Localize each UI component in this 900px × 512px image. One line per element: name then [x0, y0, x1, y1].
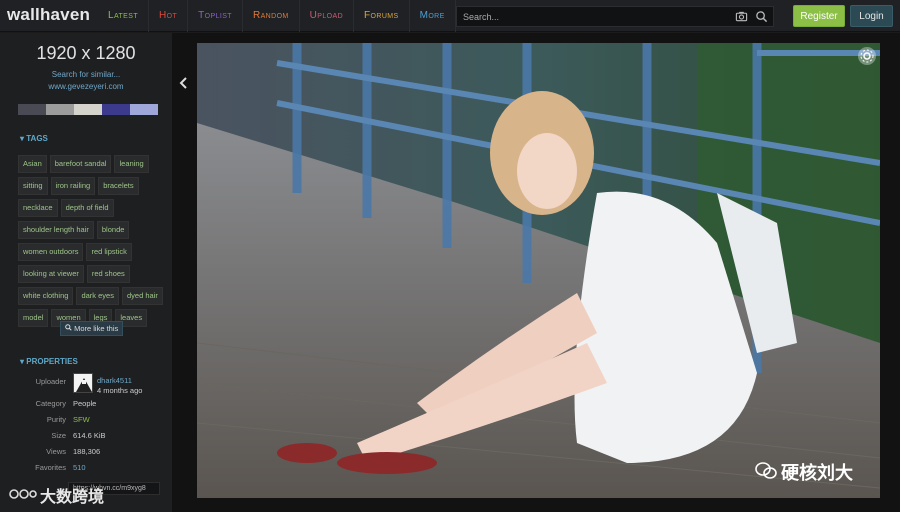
image-settings-icon[interactable]	[858, 47, 876, 65]
prop-size: Size 614.6 KiB	[0, 431, 172, 443]
main-nav: Latest Hot Toplist Random Upload Forums More	[98, 0, 456, 32]
tags-heading[interactable]: ▾ TAGS	[20, 134, 48, 143]
nav-hot[interactable]: Hot	[149, 0, 189, 32]
prop-favorites: Favorites 510	[0, 463, 172, 475]
upload-time: 4 months ago	[97, 386, 143, 395]
tag-chip[interactable]: women outdoors	[18, 243, 84, 261]
login-button[interactable]: Login	[850, 5, 893, 27]
nav-more[interactable]: More	[410, 0, 456, 32]
prop-purity: Purity SFW	[0, 415, 172, 427]
tag-chip[interactable]: dark eyes	[76, 287, 119, 305]
search-icon	[65, 324, 72, 331]
top-bar: wallhaven Latest Hot Toplist Random Upload Fo…	[0, 0, 900, 32]
search-icon[interactable]	[755, 10, 768, 23]
size-label: Size	[51, 431, 66, 440]
prop-views: Views 188,306	[0, 447, 172, 459]
category-value: People	[73, 399, 97, 408]
tag-chip[interactable]: red shoes	[86, 265, 130, 283]
watermark-left: 大数跨境	[40, 489, 105, 506]
tag-list: Asian barefoot sandal leaning sitting iron r…	[18, 155, 170, 327]
logo-main: wall	[7, 5, 40, 24]
purity-value: SFW	[73, 415, 90, 424]
wallpaper-image[interactable]	[197, 43, 880, 498]
camera-icon[interactable]	[735, 10, 748, 23]
properties-heading[interactable]: ▾ PROPERTIES	[20, 357, 78, 366]
tag-chip[interactable]: leaning	[114, 155, 149, 173]
more-like-this-button[interactable]: More like this	[60, 321, 124, 336]
search-input[interactable]	[457, 7, 727, 26]
tag-chip[interactable]: blonde	[96, 221, 130, 239]
size-value: 614.6 KiB	[73, 431, 106, 440]
nav-toplist[interactable]: Toplist	[188, 0, 243, 32]
tag-chip[interactable]: white clothing	[18, 287, 74, 305]
tag-chip[interactable]: sitting	[18, 177, 48, 195]
color-palette	[18, 104, 158, 115]
collapse-sidebar-icon[interactable]	[178, 76, 190, 90]
tags-heading-label: TAGS	[26, 134, 48, 143]
nav-upload[interactable]: Upload	[300, 0, 355, 32]
search-similar-link[interactable]: Search for similar...	[0, 70, 172, 79]
views-label: Views	[46, 447, 66, 456]
nav-random[interactable]: Random	[243, 0, 300, 32]
uploader-name[interactable]: dhark4511	[97, 376, 132, 385]
register-button[interactable]: Register	[793, 5, 845, 27]
favorites-value[interactable]: 510	[73, 463, 86, 472]
tag-chip[interactable]: shoulder length hair	[18, 221, 94, 239]
palette-swatch[interactable]	[18, 104, 46, 115]
more-like-this-label: More like this	[74, 324, 119, 333]
resolution: 1920 x 1280	[36, 43, 136, 63]
tag-chip[interactable]: necklace	[18, 199, 58, 217]
watermark-right: 硬核刘大	[781, 463, 853, 483]
properties-heading-label: PROPERTIES	[26, 357, 78, 366]
tag-chip[interactable]: Asian	[18, 155, 47, 173]
favorites-label: Favorites	[35, 463, 66, 472]
purity-label: Purity	[46, 415, 66, 424]
tag-chip[interactable]: iron railing	[50, 177, 96, 195]
tag-chip[interactable]: dyed hair	[121, 287, 163, 305]
palette-swatch[interactable]	[130, 104, 158, 115]
prop-category: Category People	[0, 399, 172, 411]
tag-chip[interactable]: looking at viewer	[18, 265, 84, 283]
views-value: 188,306	[73, 447, 101, 456]
category-label: Category	[35, 399, 66, 408]
wechat-icon	[755, 462, 777, 479]
tag-chip[interactable]: red lipstick	[86, 243, 132, 261]
tag-chip[interactable]: depth of field	[60, 199, 114, 217]
tag-chip[interactable]: barefoot sandal	[49, 155, 112, 173]
search-box	[456, 6, 774, 27]
tag-chip[interactable]: model	[18, 309, 49, 327]
logo-sub: haven	[39, 5, 91, 24]
uploader-label: Uploader	[35, 377, 66, 386]
brand-watermark-icon	[9, 489, 37, 499]
tag-chip[interactable]: bracelets	[98, 177, 139, 195]
palette-swatch[interactable]	[74, 104, 102, 115]
palette-swatch[interactable]	[46, 104, 74, 115]
nav-forums[interactable]: Forums	[354, 0, 410, 32]
avatar[interactable]	[73, 373, 93, 393]
nav-latest[interactable]: Latest	[98, 0, 150, 32]
palette-swatch[interactable]	[102, 104, 130, 115]
source-link[interactable]: www.gevezeyeri.com	[0, 82, 172, 91]
logo[interactable]: wallhaven	[7, 5, 90, 25]
sidebar: 1920 x 1280 Search for similar... www.ge…	[0, 33, 172, 512]
